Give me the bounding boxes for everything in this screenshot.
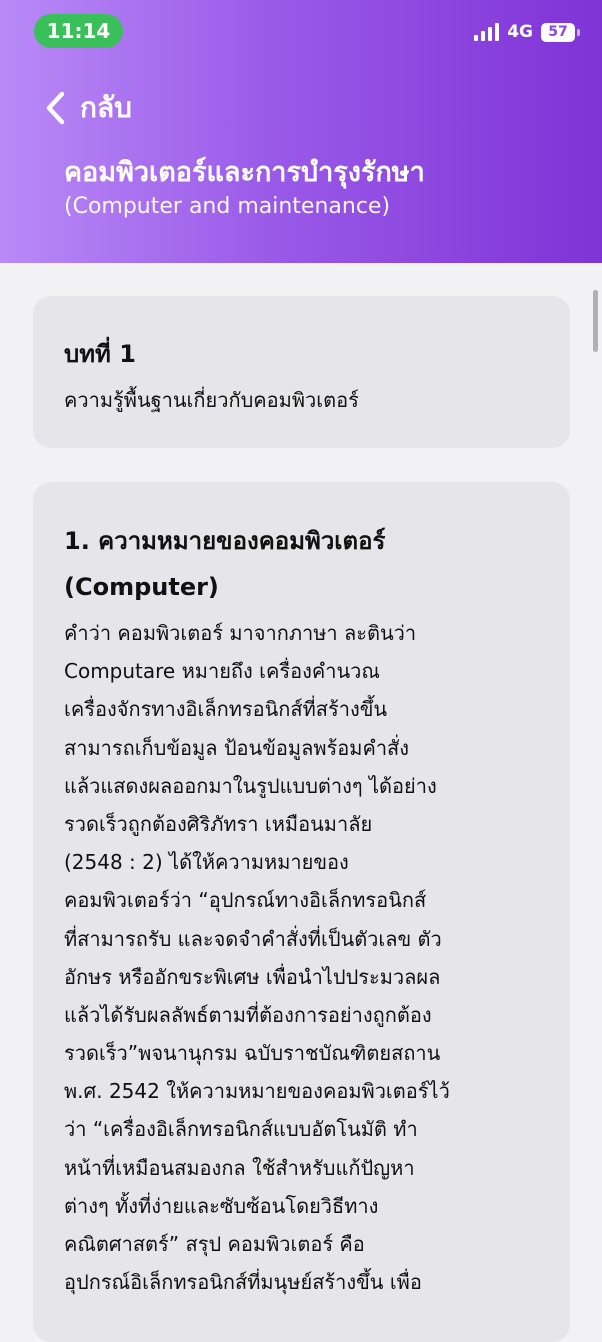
- chapter-subtitle: ความรู้พื้นฐานเกี่ยวกับคอมพิวเตอร์: [64, 388, 359, 412]
- battery-level: 57: [541, 22, 575, 42]
- body-line: แล้วแสดงผลออกมาในรูปแบบต่างๆ ได้อย่าง: [64, 773, 437, 798]
- section-title: 1. ความหมายของคอมพิวเตอร์ (Computer): [64, 527, 386, 601]
- content-card: 1. ความหมายของคอมพิวเตอร์ (Computer) คำว…: [33, 482, 570, 1342]
- app-header: 11:14 4G 57 กลับ คอมพิวเตอร์และการบำรุงร…: [0, 0, 602, 263]
- scrollbar[interactable]: [593, 290, 598, 352]
- page-title: คอมพิวเตอร์และการบำรุงรักษา: [64, 157, 425, 188]
- back-label: กลับ: [80, 91, 132, 124]
- body-line: (2548 : 2) ได้ให้ความหมายของ: [64, 850, 349, 875]
- chapter-card[interactable]: บทที่ 1 ความรู้พื้นฐานเกี่ยวกับคอมพิวเตอ…: [33, 296, 570, 448]
- body-line: หน้าที่เหมือนสมองกล ใช้สำหรับแก้ปัญหา: [64, 1155, 415, 1180]
- body-line: คำว่า คอมพิวเตอร์ มาจากภาษา ละตินว่า: [64, 621, 417, 645]
- body-line: Computare หมายถึง เครื่องคำนวณ: [64, 659, 380, 684]
- page-subtitle: (Computer and maintenance): [64, 194, 391, 219]
- body-line: แล้วได้รับผลลัพธ์ตามที่ต้องการอย่างถูกต้…: [64, 1002, 432, 1027]
- body-line: รวดเร็ว”พจนานุกรม ฉบับราชบัณฑิตยสถาน: [64, 1041, 441, 1066]
- body-line: เครื่องจักรทางอิเล็กทรอนิกส์ที่สร้างขึ้น: [64, 697, 388, 722]
- body-line: อุปกรณ์อิเล็กทรอนิกส์ที่มนุษย์สร้างขึ้น …: [64, 1270, 422, 1295]
- network-type: 4G: [507, 22, 533, 42]
- chapter-title: บทที่ 1: [64, 340, 136, 368]
- cellular-signal-icon: [474, 23, 500, 41]
- chevron-left-icon: [46, 91, 65, 125]
- status-indicators: 4G 57: [474, 22, 580, 42]
- back-button[interactable]: กลับ: [44, 86, 132, 130]
- body-line: พ.ศ. 2542 ให้ความหมายของคอมพิวเตอร์ไว้: [64, 1079, 450, 1104]
- body-line: คอมพิวเตอร์ว่า “อุปกรณ์ทางอิเล็กทรอนิกส์: [64, 888, 427, 913]
- body-line: สามารถเก็บข้อมูล ป้อนข้อมูลพร้อมคำสั่ง: [64, 735, 410, 760]
- battery-icon: 57: [541, 22, 580, 42]
- body-line: ที่สามารถรับ และจดจำคำสั่งที่เป็นตัวเลข …: [64, 926, 442, 951]
- body-line: ต่างๆ ทั้งที่ง่ายและซับซ้อนโดยวิธีทาง: [64, 1193, 379, 1218]
- body-line: คณิตศาสตร์” สรุป คอมพิวเตอร์ คือ: [64, 1232, 365, 1256]
- status-time: 11:14: [34, 14, 123, 48]
- body-line: อักษร หรืออักขระพิเศษ เพื่อนำไปประมวลผล: [64, 964, 441, 989]
- body-line: รวดเร็วถูกต้องศิริภัทรา เหมือนมาลัย: [64, 811, 373, 836]
- section-body: คำว่า คอมพิวเตอร์ มาจากภาษา ละตินว่า Com…: [64, 614, 554, 1301]
- body-line: ว่า “เครื่องอิเล็กทรอนิกส์แบบอัตโนมัติ ท…: [64, 1117, 418, 1142]
